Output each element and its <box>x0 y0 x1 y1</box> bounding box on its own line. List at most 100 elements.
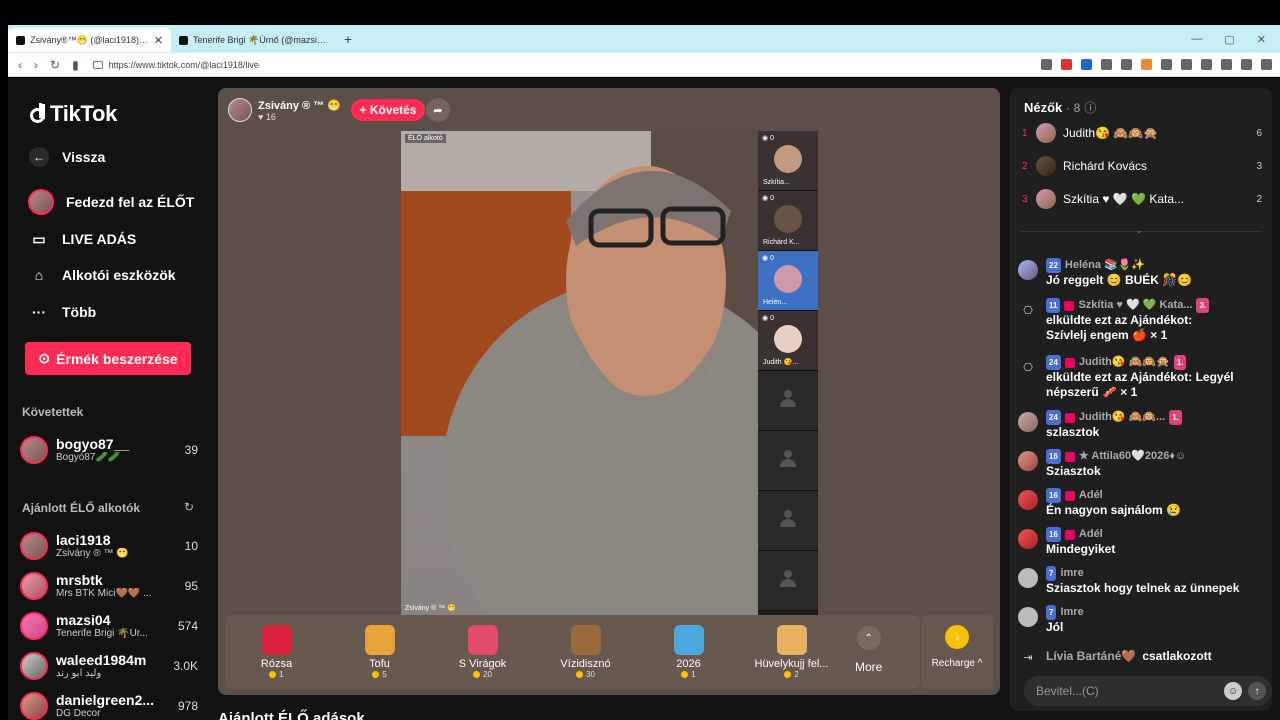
avatar[interactable] <box>1018 490 1038 510</box>
recharge-button[interactable]: ♪ Recharge ^ <box>921 615 993 689</box>
chat-username[interactable]: Judith😘 🙈🙉🙊 <box>1079 355 1170 370</box>
followed-creator[interactable]: bogyo87__ Bogyó87🥒🥒 39 <box>20 432 198 468</box>
avatar[interactable] <box>1018 568 1038 588</box>
chat-message: 16 ★ Attila60🤍2026♦☺ Sziasztok <box>1018 449 1266 479</box>
browser-tab[interactable]: Tenerife Brigi 🌴Úrnő (@mazsi04) Él... <box>171 28 334 52</box>
heart-badge-icon <box>1064 529 1075 540</box>
extension-icon[interactable] <box>1161 59 1172 70</box>
chat-username[interactable]: Heléna 📚🌷✨ <box>1065 258 1145 273</box>
empty-guest-slot[interactable] <box>758 431 818 491</box>
avatar[interactable] <box>1018 607 1038 627</box>
send-icon[interactable]: ↑ <box>1248 682 1266 700</box>
top-viewer-row[interactable]: 2 Richárd Kovács 3 <box>1022 156 1262 176</box>
join-username[interactable]: Lívia Bartáné🤎 <box>1046 649 1136 664</box>
extension-icon[interactable] <box>1221 59 1232 70</box>
sidebar-item-live-studio[interactable]: ▭ LIVE ADÁS <box>28 228 136 250</box>
heart-badge-icon <box>1064 490 1075 501</box>
emoji-icon[interactable]: ☺ <box>1224 682 1242 700</box>
url-field[interactable]: https://www.tiktok.com/@laci1918/live <box>92 60 873 70</box>
viewer-rank: 1 <box>1022 127 1028 139</box>
guest-slot[interactable]: ◉ 0 Richárd K... <box>758 191 818 251</box>
viewer-count: 3.0K <box>173 659 198 673</box>
extension-icon[interactable] <box>1181 59 1192 70</box>
recommended-creator[interactable]: waleed1984m وليد ابو رند 3.0K <box>20 648 198 684</box>
back-arrow-icon: ← <box>29 147 49 167</box>
forward-arrow-icon[interactable]: › <box>34 58 38 72</box>
window-close-icon[interactable]: ✕ <box>1257 33 1266 46</box>
minimize-icon[interactable]: — <box>1191 33 1202 46</box>
guest-slot[interactable]: ◉ 0 Helén... <box>758 251 818 311</box>
tiktok-favicon-icon <box>179 35 188 45</box>
viewer-score: 3 <box>1256 160 1262 172</box>
chat-username[interactable]: Szkítia ♥ 🤍 💚 Kata... <box>1078 298 1192 313</box>
back-button[interactable]: ← Vissza <box>28 146 105 168</box>
gift-rose[interactable]: Rózsa 1 <box>225 625 328 679</box>
back-arrow-icon[interactable]: ‹ <box>18 58 22 72</box>
extension-icon[interactable] <box>1241 59 1252 70</box>
live-video[interactable]: ÉLŐ alkotó Zsivány ® ™ 😁 <box>401 131 758 615</box>
share-icon[interactable]: ➦ <box>426 98 450 122</box>
chat-username[interactable]: Adél <box>1079 527 1103 542</box>
refresh-icon[interactable]: ↻ <box>184 500 194 514</box>
viewer-count: 39 <box>184 443 198 457</box>
recommended-creator[interactable]: mrsbtk Mrs BTK Mici🤎🤎 ... 95 <box>20 568 198 604</box>
chat-username[interactable]: ★ Attila60🤍2026♦☺ <box>1079 449 1186 464</box>
tab-close-icon[interactable]: ✕ <box>154 34 163 47</box>
host-info[interactable]: Zsivány ® ™ 😁 ♥ 16 <box>228 98 341 122</box>
chat-username[interactable]: Judith😘 🙈🙉... <box>1079 410 1165 425</box>
extension-icon[interactable] <box>1081 59 1092 70</box>
bookmark-icon[interactable]: ▮ <box>72 58 79 72</box>
sidebar-item-more[interactable]: ··· Több <box>28 301 96 323</box>
guest-viewers: ◉ 0 <box>762 195 774 202</box>
coin-icon <box>473 671 481 678</box>
chat-input[interactable]: Bevitel...(C) ☺ ↑ <box>1024 676 1272 706</box>
chat-username[interactable]: Adél <box>1079 488 1103 503</box>
maximize-icon[interactable]: ▢ <box>1224 33 1234 46</box>
chat-username[interactable]: imre <box>1060 566 1083 581</box>
avatar[interactable] <box>1018 529 1038 549</box>
extension-icon[interactable] <box>1141 59 1152 70</box>
top-viewer-row[interactable]: 1 Judith😘 🙈🙉🙊 6 <box>1022 123 1262 143</box>
coin-icon <box>681 671 689 678</box>
avatar <box>1036 189 1056 209</box>
extension-icon[interactable] <box>1041 59 1052 70</box>
avatar[interactable] <box>1018 412 1038 432</box>
guest-slot[interactable]: ◉ 0 Szkítia... <box>758 131 818 191</box>
extension-icon[interactable] <box>1061 59 1072 70</box>
avatar[interactable] <box>1018 451 1038 471</box>
recommended-creator[interactable]: danielgreen2... DG Decor 978 <box>20 688 198 720</box>
help-icon[interactable]: ⓘ <box>1084 99 1096 116</box>
get-coins-button[interactable]: ⊙ Érmék beszerzése <box>25 342 191 375</box>
follow-button[interactable]: + Követés <box>351 99 425 121</box>
site-info-icon[interactable] <box>92 60 103 69</box>
gift-tofu[interactable]: Tofu 5 <box>328 625 431 679</box>
more-gifts-button[interactable]: ⌃ More <box>855 626 882 674</box>
guest-slot[interactable]: ◉ 0 Judith 😘... <box>758 311 818 371</box>
reload-icon[interactable]: ↻ <box>50 58 60 72</box>
creator-name: mrsbtk <box>56 572 103 588</box>
extension-icon[interactable] <box>1101 59 1112 70</box>
menu-icon[interactable] <box>1261 59 1272 70</box>
extension-icon[interactable] <box>1121 59 1132 70</box>
sidebar-item-creator-tools[interactable]: ⌂ Alkotói eszközök <box>28 264 176 286</box>
extension-icon[interactable] <box>1201 59 1212 70</box>
top-viewer-row[interactable]: 3 Szkítia ♥ 🤍 💚 Kata... 2 <box>1022 189 1262 209</box>
tiktok-logo[interactable]: TikTok <box>28 101 117 127</box>
sidebar-item-explore-live[interactable]: Fedezd fel az ÉLŐT <box>28 189 194 215</box>
chat-text: elküldte ezt az Ajándékot: Legyél népsze… <box>1046 370 1234 399</box>
recommended-creator[interactable]: laci1918 Zsivány ® ™ 😁 10 <box>20 528 198 564</box>
empty-guest-slot[interactable] <box>758 371 818 431</box>
avatar[interactable] <box>1018 260 1038 280</box>
browser-tab-active[interactable]: Zsivány®™😁 (@laci1918) É... ✕ <box>8 28 171 52</box>
chat-username[interactable]: Imre <box>1060 605 1083 620</box>
recommended-creator[interactable]: mazsi04 Tenerife Brigi 🌴Úr... 574 <box>20 608 198 644</box>
empty-guest-slot[interactable] <box>758 491 818 551</box>
gift-2026[interactable]: 2026 1 <box>637 625 740 679</box>
new-tab-button[interactable]: + <box>334 31 362 47</box>
gift-flowers[interactable]: S Virágok 20 <box>431 625 534 679</box>
flowers-icon <box>467 625 498 655</box>
gift-capybara[interactable]: Vízidisznó 30 <box>534 625 637 679</box>
gift-thumbs-up[interactable]: Hüvelykujj fel... 2 <box>740 625 843 679</box>
expand-chevron-icon[interactable]: ⌄ <box>1135 225 1143 236</box>
empty-guest-slot[interactable] <box>758 551 818 611</box>
